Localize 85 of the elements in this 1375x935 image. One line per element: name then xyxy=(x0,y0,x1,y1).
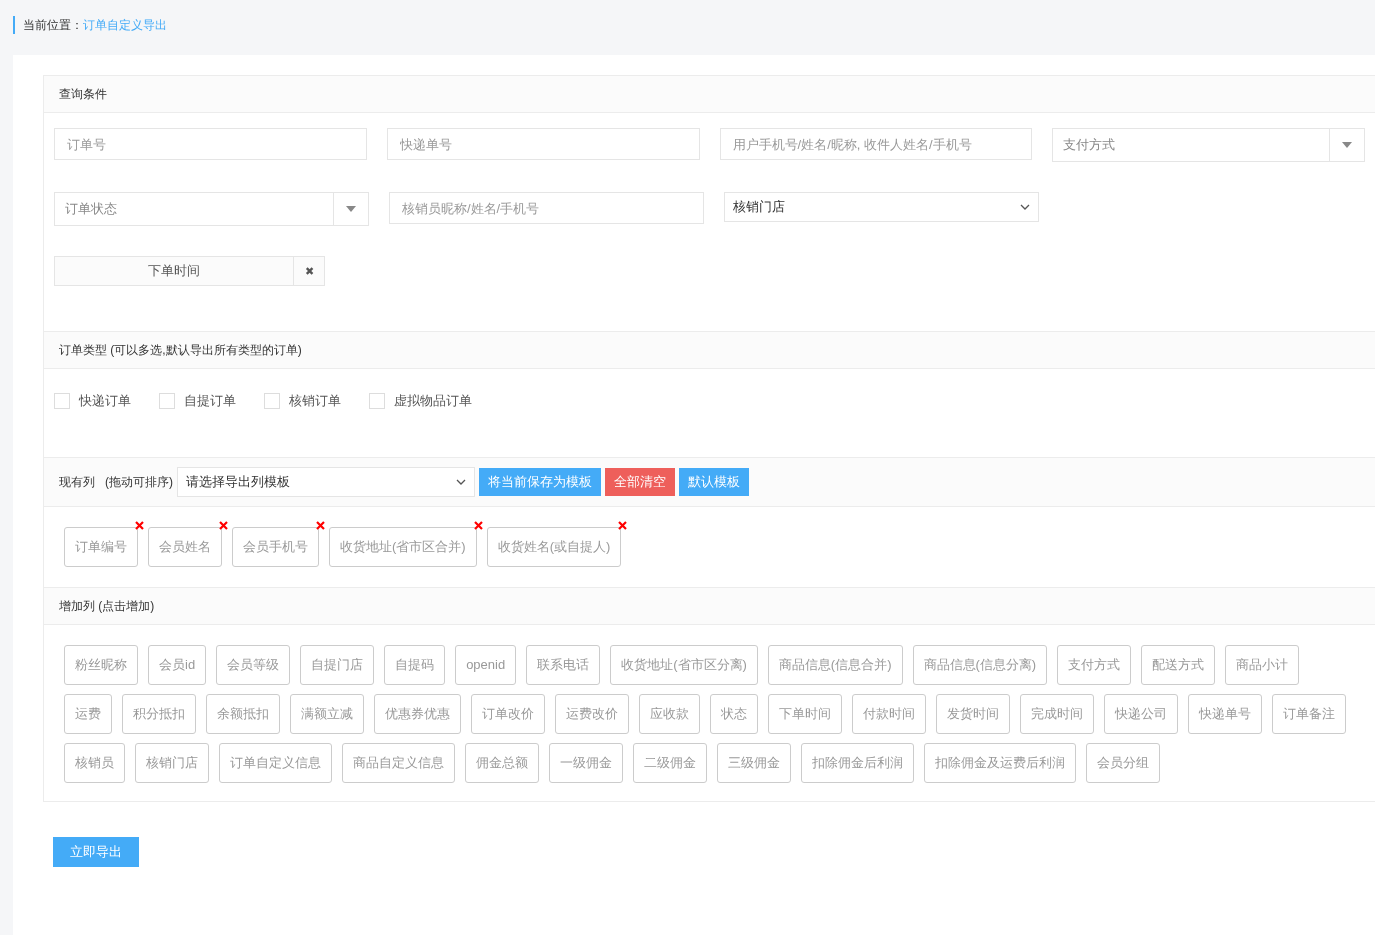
column-tag[interactable]: 粉丝昵称 xyxy=(64,644,138,685)
breadcrumb-link[interactable]: 订单自定义导出 xyxy=(83,16,167,34)
column-tag[interactable]: 运费 xyxy=(64,693,112,734)
chevron-icon xyxy=(456,478,466,485)
column-tag[interactable]: 会员姓名 xyxy=(148,526,222,567)
column-tag[interactable]: 二级佣金 xyxy=(633,742,707,783)
caret-icon xyxy=(1342,142,1352,148)
clear-button[interactable]: ✖ xyxy=(294,256,325,286)
column-tag[interactable]: 发货时间 xyxy=(936,693,1010,734)
column-tag[interactable]: 扣除佣金后利润 xyxy=(801,742,914,783)
export-button[interactable]: 立即导出 xyxy=(53,836,139,867)
column-tag[interactable]: 配送方式 xyxy=(1141,644,1216,685)
input-field[interactable]: 核销员昵称/姓名/手机号 xyxy=(389,192,704,224)
remove-icon[interactable] xyxy=(473,520,483,530)
column-tag[interactable]: 三级佣金 xyxy=(717,742,791,783)
checkbox[interactable] xyxy=(54,392,70,409)
section-title: 订单类型 (可以多选,默认导出所有类型的订单) xyxy=(59,342,302,359)
column-tag[interactable]: 商品自定义信息 xyxy=(342,742,455,783)
template-select[interactable]: 请选择导出列模板 xyxy=(177,466,475,497)
select-field[interactable]: 支付方式 xyxy=(1052,128,1365,162)
column-tag[interactable]: 状态 xyxy=(710,693,758,734)
column-tag[interactable]: 满额立减 xyxy=(290,693,364,734)
column-tag[interactable]: 商品信息(信息分离) xyxy=(912,644,1048,685)
column-tag[interactable]: 自提门店 xyxy=(300,644,375,685)
column-tag[interactable]: 核销员 xyxy=(64,742,125,783)
remove-icon[interactable] xyxy=(316,520,325,530)
column-tag[interactable]: 会员id xyxy=(148,644,207,685)
input-field[interactable]: 快递单号 xyxy=(386,128,700,160)
breadcrumb-label: 当前位置： xyxy=(23,17,83,34)
column-tag[interactable]: 核销门店 xyxy=(135,742,209,783)
checkbox[interactable] xyxy=(159,392,175,409)
column-tag[interactable]: 扣除佣金及运费后利润 xyxy=(924,742,1076,783)
section-title: 增加列 (点击增加) xyxy=(59,597,155,615)
column-tag[interactable]: 应收款 xyxy=(639,693,700,734)
checkbox[interactable] xyxy=(369,392,385,409)
column-tag[interactable]: 会员等级 xyxy=(216,644,291,685)
column-tag[interactable]: openid xyxy=(455,644,517,685)
date-field[interactable]: 下单时间 xyxy=(54,256,294,286)
column-tag[interactable]: 自提码 xyxy=(384,644,446,685)
column-tag[interactable]: 商品小计 xyxy=(1225,644,1300,685)
column-tag[interactable]: 收货地址(省市区分离) xyxy=(610,644,758,685)
column-tag[interactable]: 收货姓名(或自提人) xyxy=(486,526,622,567)
column-tag[interactable]: 完成时间 xyxy=(1020,693,1094,734)
section-title: 查询条件 xyxy=(59,86,107,103)
column-tag[interactable]: 收货地址(省市区合并) xyxy=(329,526,477,567)
column-tag[interactable]: 订单改价 xyxy=(471,693,545,734)
remove-icon[interactable] xyxy=(135,520,144,530)
toolbar-button[interactable]: 全部清空 xyxy=(605,467,675,496)
section-title: 现有列 xyxy=(59,473,95,491)
chevron-icon xyxy=(1020,204,1030,210)
column-tag[interactable]: 会员手机号 xyxy=(232,526,319,567)
column-tag[interactable]: 下单时间 xyxy=(768,693,842,734)
input-field[interactable]: 用户手机号/姓名/昵称, 收件人姓名/手机号 xyxy=(719,128,1033,160)
column-tag[interactable]: 一级佣金 xyxy=(549,742,623,783)
column-tag[interactable]: 运费改价 xyxy=(555,693,629,734)
remove-icon[interactable] xyxy=(219,520,228,530)
column-tag[interactable]: 订单编号 xyxy=(64,526,138,567)
column-tag[interactable]: 佣金总额 xyxy=(465,742,539,783)
select-placeholder: 订单状态 xyxy=(64,200,118,219)
checkbox[interactable] xyxy=(264,392,280,409)
checkbox-label: 核销订单 xyxy=(289,392,341,410)
column-tag[interactable]: 订单自定义信息 xyxy=(219,742,332,783)
checkbox-label: 虚拟物品订单 xyxy=(394,392,472,410)
toolbar-button[interactable]: 将当前保存为模板 xyxy=(479,467,601,496)
select-field[interactable]: 订单状态 xyxy=(54,192,369,226)
column-tag[interactable]: 快递单号 xyxy=(1188,693,1262,734)
column-tag[interactable]: 支付方式 xyxy=(1057,644,1132,685)
toolbar-button[interactable]: 默认模板 xyxy=(679,467,749,496)
column-tag[interactable]: 付款时间 xyxy=(852,693,926,734)
column-tag[interactable]: 优惠券优惠 xyxy=(374,693,461,734)
caret-icon xyxy=(346,206,356,212)
column-tag[interactable]: 积分抵扣 xyxy=(122,693,196,734)
column-tag[interactable]: 订单备注 xyxy=(1272,693,1346,734)
section-hint: (拖动可排序) xyxy=(105,473,173,491)
column-tag[interactable]: 商品信息(信息合并) xyxy=(767,644,903,685)
remove-icon[interactable] xyxy=(618,520,628,530)
input-field[interactable]: 订单号 xyxy=(54,128,367,160)
dropdown-field[interactable]: 核销门店 xyxy=(724,192,1039,222)
column-tag[interactable]: 联系电话 xyxy=(526,644,601,685)
column-tag[interactable]: 会员分组 xyxy=(1086,742,1160,783)
column-tag[interactable]: 余额抵扣 xyxy=(206,693,280,734)
column-tag[interactable]: 快递公司 xyxy=(1104,693,1178,734)
select-placeholder: 支付方式 xyxy=(1062,136,1117,155)
checkbox-label: 快递订单 xyxy=(79,392,131,410)
checkbox-label: 自提订单 xyxy=(184,392,236,410)
